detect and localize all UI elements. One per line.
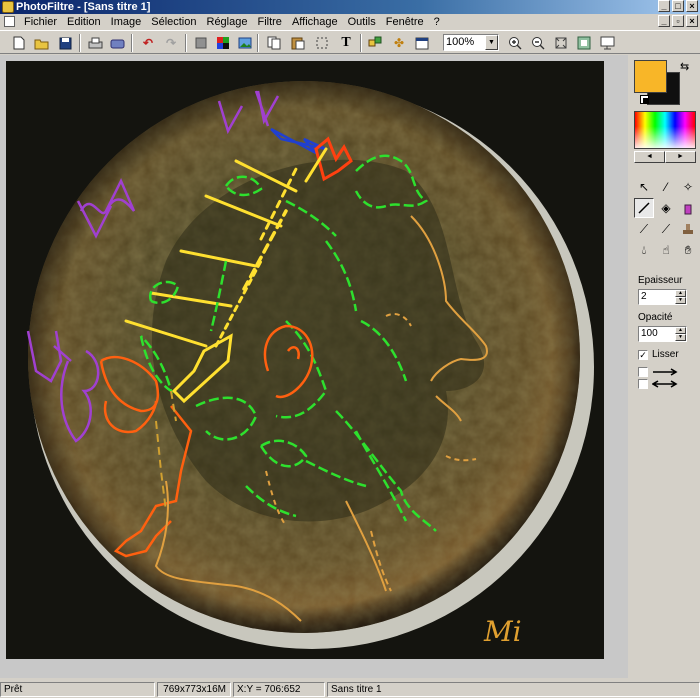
signature-text: Mi: [483, 615, 522, 648]
scan-icon[interactable]: [108, 34, 126, 52]
fullscreen-icon[interactable]: [598, 34, 616, 52]
workspace: Mi: [0, 55, 628, 678]
close-button[interactable]: ×: [686, 0, 698, 12]
text-tool-icon[interactable]: T: [337, 34, 355, 52]
title-bar: PhotoFiltre - [Sans titre 1] _ □ ×: [0, 0, 700, 14]
status-ready: Prêt: [0, 682, 155, 697]
reset-colors-icon[interactable]: [640, 95, 649, 104]
status-document-name: Sans titre 1: [327, 682, 700, 697]
selection-icon[interactable]: [313, 34, 331, 52]
swap-colors-icon[interactable]: ⇆: [680, 60, 689, 73]
redo-icon[interactable]: ↷: [162, 34, 180, 52]
doc-restore-button[interactable]: ▫: [672, 15, 684, 27]
smooth-label: Lisser: [652, 349, 679, 360]
doc-close-button[interactable]: ×: [686, 15, 698, 27]
app-icon: [2, 1, 14, 13]
layers-icon[interactable]: [366, 34, 384, 52]
brush-icon[interactable]: ⟋: [634, 219, 654, 239]
arrow-end-checkbox[interactable]: [638, 367, 648, 377]
blur-drop-icon[interactable]: 💧︎: [634, 240, 654, 260]
maximize-button[interactable]: □: [672, 0, 684, 12]
chevron-down-icon[interactable]: ▼: [485, 35, 498, 50]
chevron-down-icon[interactable]: ▼: [675, 334, 686, 341]
status-bar: Prêt 769x773x16M X:Y = 706:652 Sans titr…: [0, 680, 700, 698]
spray-icon[interactable]: [678, 198, 698, 218]
plugin-icon[interactable]: ✤: [390, 34, 408, 52]
menu-bar: Fichier Edition Image Sélection Réglage …: [0, 14, 700, 30]
menu-affichage[interactable]: Affichage: [287, 14, 343, 30]
open-folder-icon[interactable]: [33, 34, 51, 52]
print-icon[interactable]: [86, 34, 104, 52]
window-icon[interactable]: [413, 34, 431, 52]
chevron-up-icon[interactable]: ▲: [675, 290, 686, 297]
toolbar: ↶ ↷ T ✤ 100% ▼: [0, 30, 700, 54]
menu-image[interactable]: Image: [106, 14, 147, 30]
menu-outils[interactable]: Outils: [343, 14, 381, 30]
opacity-stepper[interactable]: 100 ▲ ▼: [638, 326, 687, 342]
palette-prev-button[interactable]: ◄: [634, 151, 665, 163]
smudge-icon[interactable]: ☝︎: [656, 240, 676, 260]
window-title: PhotoFiltre - [Sans titre 1]: [16, 1, 151, 13]
advanced-brush-icon[interactable]: ⟋: [656, 219, 676, 239]
menu-edition[interactable]: Edition: [62, 14, 106, 30]
menu-filtre[interactable]: Filtre: [252, 14, 286, 30]
coin-image: Mi: [26, 81, 594, 649]
doc-minimize-button[interactable]: _: [658, 15, 670, 27]
chevron-up-icon[interactable]: ▲: [675, 327, 686, 334]
arrow-both-checkbox[interactable]: [638, 379, 648, 389]
tool-panel: ⇆ ◄ ► ↖ ⁄ ✧ ◈ ⟋ ⟋ 💧︎ ☝︎ ✋︎ Epaisseur 2 ▲…: [630, 55, 700, 678]
magic-wand-icon[interactable]: ✧: [678, 177, 698, 197]
new-file-icon[interactable]: [10, 34, 28, 52]
menu-fenetre[interactable]: Fenêtre: [381, 14, 429, 30]
bucket-icon[interactable]: ◈: [656, 198, 676, 218]
foreground-color-swatch[interactable]: [634, 60, 667, 93]
line-tool-icon[interactable]: [634, 198, 654, 218]
zoom-select[interactable]: 100% ▼: [443, 34, 499, 51]
status-image-size: 769x773x16M: [157, 682, 231, 697]
save-icon[interactable]: [56, 34, 74, 52]
fit-window-icon[interactable]: [552, 34, 570, 52]
zoom-in-icon[interactable]: [506, 34, 524, 52]
image-canvas[interactable]: Mi: [6, 61, 604, 659]
thickness-stepper[interactable]: 2 ▲ ▼: [638, 289, 687, 305]
menu-selection[interactable]: Sélection: [146, 14, 201, 30]
document-icon[interactable]: [4, 16, 15, 27]
palette-next-button[interactable]: ►: [665, 151, 696, 163]
paste-icon[interactable]: [289, 34, 307, 52]
minimize-button[interactable]: _: [658, 0, 670, 12]
menu-fichier[interactable]: Fichier: [19, 14, 62, 30]
stamp-icon[interactable]: [678, 219, 698, 239]
hand-icon[interactable]: ✋︎: [678, 240, 698, 260]
actual-size-icon[interactable]: [575, 34, 593, 52]
eyedropper-icon[interactable]: ⁄: [656, 177, 676, 197]
smooth-checkbox[interactable]: ✓: [638, 350, 648, 360]
image-icon[interactable]: [236, 34, 254, 52]
chevron-down-icon[interactable]: ▼: [675, 297, 686, 304]
color-spectrum[interactable]: [634, 111, 696, 149]
opacity-label: Opacité: [638, 312, 673, 323]
arrow-both-icon: [652, 380, 678, 388]
menu-help[interactable]: ?: [429, 14, 445, 30]
palette-icon[interactable]: [214, 34, 232, 52]
tool-grid: ↖ ⁄ ✧ ◈ ⟋ ⟋ 💧︎ ☝︎ ✋︎: [634, 177, 698, 261]
thickness-label: Epaisseur: [638, 275, 683, 286]
copy-icon[interactable]: [265, 34, 283, 52]
status-coordinates: X:Y = 706:652: [233, 682, 325, 697]
menu-reglage[interactable]: Réglage: [202, 14, 253, 30]
arrow-end-icon: [653, 368, 678, 376]
pointer-icon[interactable]: ↖: [634, 177, 654, 197]
fill-icon[interactable]: [192, 34, 210, 52]
zoom-out-icon[interactable]: [529, 34, 547, 52]
undo-icon[interactable]: ↶: [139, 34, 157, 52]
